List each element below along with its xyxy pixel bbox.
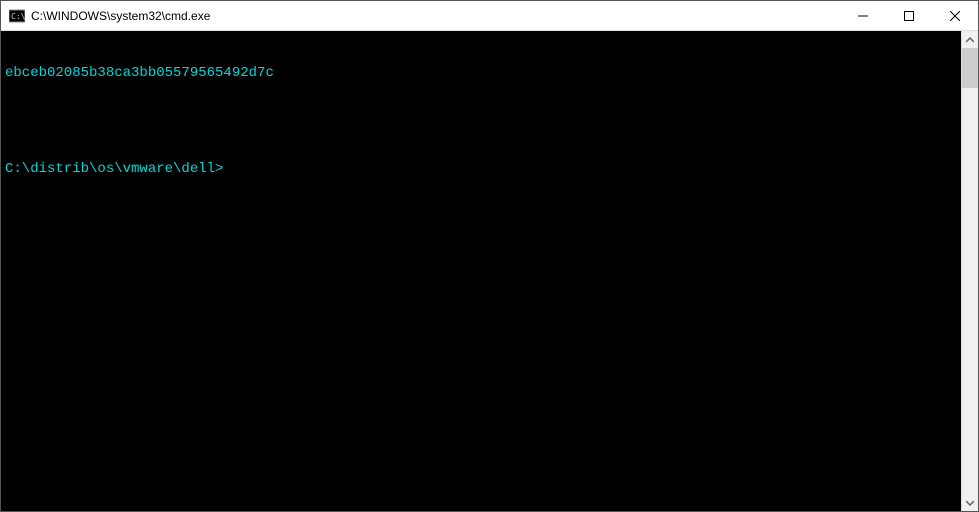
window-title: C:\WINDOWS\system32\cmd.exe [31,9,840,23]
minimize-button[interactable] [840,1,886,30]
scroll-up-button[interactable] [962,31,978,48]
scrollbar-track[interactable] [962,48,978,494]
scroll-down-button[interactable] [962,494,978,511]
terminal-area[interactable]: ebceb02085b38ca3bb05579565492d7c C:\dist… [1,31,961,511]
close-icon [950,11,960,21]
scrollbar-thumb[interactable] [962,48,978,88]
titlebar[interactable]: C:\ C:\WINDOWS\system32\cmd.exe [1,1,978,31]
maximize-button[interactable] [886,1,932,30]
close-button[interactable] [932,1,978,30]
chevron-down-icon [966,499,974,507]
terminal-output-line: ebceb02085b38ca3bb05579565492d7c [5,65,957,81]
terminal-prompt: C:\distrib\os\vmware\dell> [5,161,957,177]
chevron-up-icon [966,36,974,44]
terminal-blank-line [5,113,957,129]
minimize-icon [858,11,868,21]
cmd-window: C:\ C:\WINDOWS\system32\cmd.exe [0,0,979,512]
cmd-icon: C:\ [9,8,25,24]
svg-text:C:\: C:\ [11,12,25,21]
window-controls [840,1,978,30]
vertical-scrollbar[interactable] [961,31,978,511]
maximize-icon [904,11,914,21]
window-body: ebceb02085b38ca3bb05579565492d7c C:\dist… [1,31,978,511]
